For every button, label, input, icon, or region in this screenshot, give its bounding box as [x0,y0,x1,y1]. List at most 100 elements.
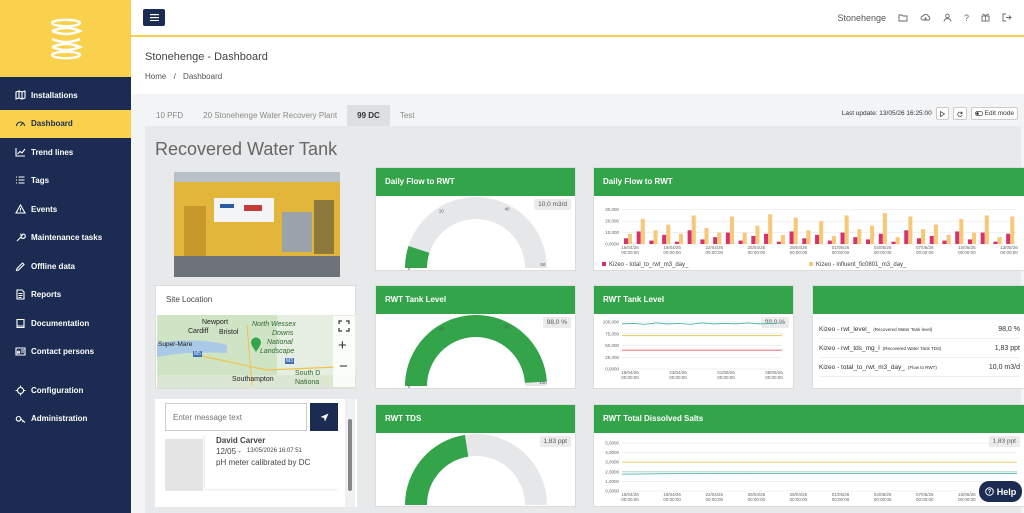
sidebar-item-reports[interactable]: Reports [0,281,131,310]
bar [729,216,735,244]
bar [717,232,722,244]
sidebar-item-administration[interactable]: Administration [0,405,131,434]
logo-icon [50,18,83,59]
bar [844,215,849,244]
bar [751,236,756,244]
bar [806,230,811,244]
bar [623,238,628,244]
chart-icon [15,147,26,158]
help-question-icon[interactable]: ? [964,13,969,23]
x-tick-label: 00:00:00 [874,497,892,502]
map-label-landscape: Landscape [260,348,295,355]
x-tick-label: 00:00:00 [621,497,639,502]
gauge-daily-flow: 010 4050 [405,196,547,271]
x-tick-label: 00:00:00 [832,250,850,255]
sidebar-item-contact-persons[interactable]: Contact persons [0,338,131,367]
last-update-text: Last update: 13/05/26 16:25:00 [841,110,932,117]
gauge-tank-level: 040 80100 [405,314,547,389]
map[interactable]: Newport Cardiff Bristol North Wessex Dow… [157,315,356,388]
x-tick-label: 00:00:00 [621,375,639,380]
message-bubble: David Carver 12/05 - 13/05/2026 16:07:51… [205,435,338,489]
sidebar-item-installations[interactable]: Installations [0,81,131,110]
sidebar-item-label: Contact persons [31,347,95,357]
sidebar-item-maintenance-tasks[interactable]: Maintenance tasks [0,224,131,253]
chart-card-tds: RWT Total Dissolved Salts 1,83 ppt 0,000… [593,404,1024,507]
map-label-national-2: Nationa [295,379,320,386]
topbar: Stonehenge ? [131,0,1024,37]
bar [819,221,824,244]
map-label-super-mare: Super-Mare [158,341,193,348]
y-tick-label: 10,000 [605,230,619,235]
logo[interactable] [0,0,131,77]
gift-icon[interactable] [981,13,990,22]
bar [993,241,998,244]
tab-3[interactable]: 99 DC [347,105,390,126]
sidebar-item-documentation[interactable]: Documentation [0,309,131,338]
logout-icon[interactable] [1002,13,1012,22]
map-label-bristol: Bristol [219,329,239,336]
x-tick-label: 00:00:00 [705,250,723,255]
gauge-tick-label: 80 [505,325,511,330]
gauge-title: RWT TDS [376,405,575,433]
bar [662,234,667,244]
help-button[interactable]: ? Help [979,481,1022,502]
sidebar-item-offline-data[interactable]: Offline data [0,252,131,281]
tab-4[interactable]: Test [390,105,425,126]
bar [997,237,1002,244]
sidebar-item-configuration[interactable]: Configuration [0,376,131,405]
installation-name[interactable]: Stonehenge [837,13,886,23]
message-input[interactable] [165,403,307,431]
folder-icon[interactable] [898,13,908,22]
bar [946,234,951,244]
breadcrumb-home[interactable]: Home [145,72,166,81]
bar [908,216,913,244]
sidebar-item-label: Trend lines [31,147,74,157]
y-tick-label: 0,0000 [605,242,619,247]
legend-label: Kizeo - total_to_rwt_m3_day_ [609,262,689,268]
zoom-out-icon[interactable]: − [339,358,348,375]
map-label-southampton: Southampton [232,376,274,383]
edit-mode-button[interactable]: Edit mode [970,107,1018,120]
scroll-thumb[interactable] [348,419,352,491]
x-tick-label: 00:00:00 [874,250,892,255]
y-tick-label: 4,0000 [605,450,619,455]
line-chart-tds: 0,00001,00002,00003,00004,00005,000016/0… [605,441,1018,503]
play-button[interactable] [935,107,949,120]
chat-scrollbar[interactable] [345,399,355,507]
dashboard-icon [15,118,26,129]
map-icon [15,89,26,101]
bar [636,231,641,244]
x-tick-label: 00:00:00 [717,375,735,380]
bar [959,218,964,244]
dashboard-area: 10 PFD 20 Stonehenge Water Recovery Plant… [131,94,1024,513]
row-note: (Recovered Water Tank TDS) [882,345,942,351]
map-label-m3: M3 [285,358,294,364]
gauge-tick-label: 100 [539,380,547,385]
map-pin-icon[interactable] [250,337,262,353]
user-icon[interactable] [943,13,952,22]
x-tick-label: 00:00:00 [832,497,850,502]
tab-2[interactable]: 20 Stonehenge Water Recovery Plant [193,105,347,126]
row-name: Kizeo - rwt_tds_mg_l [819,344,880,352]
svg-text:?: ? [987,490,991,496]
sidebar-item-tags[interactable]: Tags [0,167,131,196]
sidebar-item-trend-lines[interactable]: Trend lines [0,138,131,167]
legend-swatch [602,262,606,266]
sidebar-item-dashboard[interactable]: Dashboard [0,109,131,138]
y-tick-label: 30,000 [605,207,619,212]
bar [666,224,671,244]
cloud-download-icon[interactable] [920,13,931,22]
tab-1[interactable]: 10 PFD [146,105,193,126]
send-button[interactable] [310,403,338,431]
gauge-card-tank-level: RWT Tank Level 98,0 % 0 40 80 100 [375,285,576,389]
sidebar-item-events[interactable]: Events [0,195,131,224]
refresh-button[interactable] [952,107,967,120]
bar [776,241,781,244]
bar [857,229,862,244]
zoom-in-icon[interactable]: + [338,337,347,354]
fullscreen-icon[interactable] [338,320,350,332]
line-chart-tank-level: 0,000025,00050,00075,000100,00016/04/260… [603,320,784,381]
page-heading: Stonehenge - Dashboard [145,51,268,63]
menu-toggle-button[interactable] [143,9,165,26]
chat-panel: David Carver 12/05 - 13/05/2026 16:07:51… [155,399,357,507]
